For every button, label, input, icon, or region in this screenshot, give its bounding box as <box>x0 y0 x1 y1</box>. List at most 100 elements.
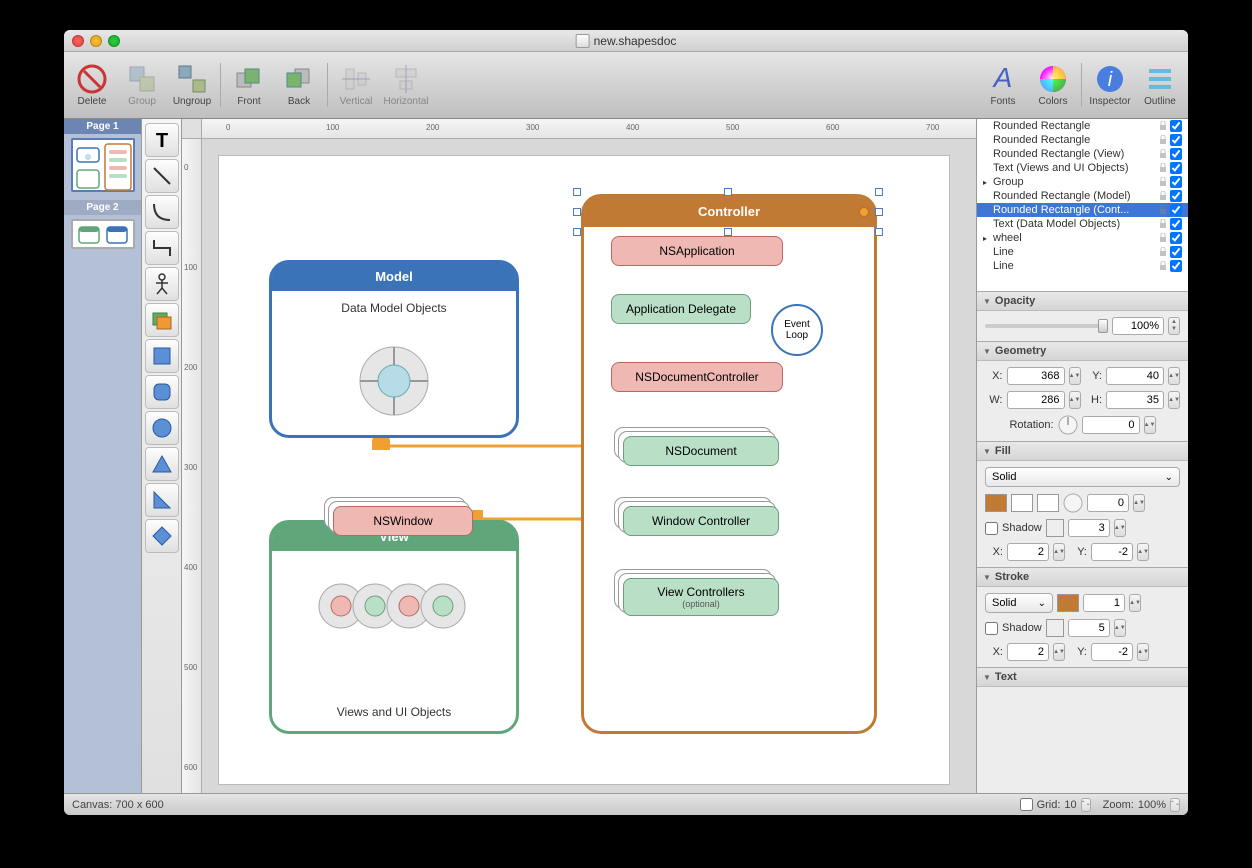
stroke-color-swatch[interactable] <box>1057 594 1079 612</box>
outline-row[interactable]: Text (Views and UI Objects) <box>977 161 1188 175</box>
ruler-vertical: 0100200300400500600 <box>182 139 202 793</box>
fill-shadow-x[interactable] <box>1007 543 1049 561</box>
stroke-header[interactable]: Stroke <box>977 568 1188 587</box>
fill-shadow-y[interactable] <box>1091 543 1133 561</box>
svg-text:T: T <box>155 130 167 152</box>
fill-type-select[interactable]: Solid <box>985 467 1180 487</box>
stroke-shadow-blur[interactable] <box>1068 619 1110 637</box>
tool-palette: T <box>142 119 182 793</box>
grid-stepper[interactable]: ⌃⌄ <box>1081 798 1091 812</box>
fill-shadow-color[interactable] <box>1046 519 1064 537</box>
round-rect-tool[interactable] <box>145 375 179 409</box>
image-tool[interactable] <box>145 303 179 337</box>
outline-row[interactable]: Rounded Rectangle (View) <box>977 147 1188 161</box>
rotation-input[interactable] <box>1082 416 1140 434</box>
outline-row[interactable]: Line <box>977 259 1188 273</box>
close-icon[interactable] <box>72 35 84 47</box>
stroke-shadow-y[interactable] <box>1091 643 1133 661</box>
outline-row[interactable]: Rounded Rectangle <box>977 133 1188 147</box>
stroke-shadow-checkbox[interactable] <box>985 622 998 635</box>
horizontal-button[interactable]: Horizontal <box>384 63 428 107</box>
ungroup-button[interactable]: Ungroup <box>170 63 214 107</box>
nsdocument-box[interactable]: NSDocument <box>623 436 779 466</box>
outline-row[interactable]: Line <box>977 245 1188 259</box>
stroke-shadow-color[interactable] <box>1046 619 1064 637</box>
outline-row[interactable]: Rounded Rectangle <box>977 119 1188 133</box>
page1-label[interactable]: Page 1 <box>64 119 141 134</box>
curve-tool[interactable] <box>145 195 179 229</box>
outline-row[interactable]: Rounded Rectangle (Model) <box>977 189 1188 203</box>
delete-button[interactable]: Delete <box>70 63 114 107</box>
outline-row[interactable]: ▸Group <box>977 175 1188 189</box>
x-input[interactable] <box>1007 367 1065 385</box>
page1-thumb[interactable] <box>71 138 135 192</box>
diamond-tool[interactable] <box>145 519 179 553</box>
fill-color2-swatch[interactable] <box>1011 494 1033 512</box>
fill-header[interactable]: Fill <box>977 442 1188 461</box>
outline-row[interactable]: Text (Data Model Objects) <box>977 217 1188 231</box>
person-tool[interactable] <box>145 267 179 301</box>
opacity-stepper[interactable]: ▲▼ <box>1168 317 1180 335</box>
opacity-slider[interactable] <box>985 324 1108 328</box>
line-tool[interactable] <box>145 159 179 193</box>
window-controller-box[interactable]: Window Controller <box>623 506 779 536</box>
inspector-button[interactable]: iInspector <box>1088 63 1132 107</box>
toolbar: Delete Group Ungroup Front Back Vertical… <box>64 52 1188 119</box>
model-rect[interactable]: Model Data Model Objects <box>269 260 519 438</box>
titlebar: new.shapesdoc <box>64 30 1188 52</box>
text-section: Text <box>977 667 1188 687</box>
fill-shadow-blur[interactable] <box>1068 519 1110 537</box>
rotation-dial-icon[interactable] <box>1058 415 1078 435</box>
fill-color-swatch[interactable] <box>985 494 1007 512</box>
page2-thumb[interactable] <box>71 219 135 249</box>
group-button[interactable]: Group <box>120 63 164 107</box>
stroke-width-input[interactable] <box>1083 594 1125 612</box>
rect-tool[interactable] <box>145 339 179 373</box>
minimize-icon[interactable] <box>90 35 102 47</box>
h-input[interactable] <box>1106 391 1164 409</box>
event-loop-circle[interactable]: Event Loop <box>771 304 823 356</box>
outline-list[interactable]: Rounded RectangleRounded RectangleRounde… <box>977 119 1188 291</box>
step-tool[interactable] <box>145 231 179 265</box>
app-delegate-box[interactable]: Application Delegate <box>611 294 751 324</box>
app-window: new.shapesdoc Delete Group Ungroup Front… <box>64 30 1188 815</box>
fill-color3-swatch[interactable] <box>1037 494 1059 512</box>
fonts-button[interactable]: AFonts <box>981 63 1025 107</box>
right-triangle-tool[interactable] <box>145 483 179 517</box>
outline-row[interactable]: ▸wheel <box>977 231 1188 245</box>
front-button[interactable]: Front <box>227 63 271 107</box>
fill-angle-input[interactable] <box>1087 494 1129 512</box>
colors-button[interactable]: Colors <box>1031 63 1075 107</box>
nswindow-box[interactable]: NSWindow <box>333 506 473 536</box>
zoom-stepper[interactable]: ⌃⌄ <box>1170 798 1180 812</box>
nsapplication-box[interactable]: NSApplication <box>611 236 783 266</box>
outline-button[interactable]: Outline <box>1138 63 1182 107</box>
window-title: new.shapesdoc <box>594 34 677 48</box>
stroke-shadow-x[interactable] <box>1007 643 1049 661</box>
back-button[interactable]: Back <box>277 63 321 107</box>
zoom-icon[interactable] <box>108 35 120 47</box>
grid-checkbox[interactable] <box>1020 798 1033 811</box>
triangle-tool[interactable] <box>145 447 179 481</box>
canvas-area: 0100200300400500600700 01002003004005006… <box>182 119 976 793</box>
fill-shadow-checkbox[interactable] <box>985 522 998 535</box>
opacity-header[interactable]: Opacity <box>977 292 1188 311</box>
status-bar: Canvas: 700 x 600 Grid: 10⌃⌄ Zoom: 100%⌃… <box>64 793 1188 815</box>
ellipse-tool[interactable] <box>145 411 179 445</box>
y-input[interactable] <box>1106 367 1164 385</box>
view-controllers-box[interactable]: View Controllers (optional) <box>623 578 779 616</box>
inspector-panel: Rounded RectangleRounded RectangleRounde… <box>976 119 1188 793</box>
selection-handles[interactable] <box>577 192 879 232</box>
w-input[interactable] <box>1007 391 1065 409</box>
page2-label[interactable]: Page 2 <box>64 200 141 215</box>
geometry-header[interactable]: Geometry <box>977 342 1188 361</box>
text-header[interactable]: Text <box>977 668 1188 687</box>
fill-angle-dial-icon[interactable] <box>1063 493 1083 513</box>
stroke-type-select[interactable]: Solid <box>985 593 1053 613</box>
vertical-button[interactable]: Vertical <box>334 63 378 107</box>
outline-row[interactable]: Rounded Rectangle (Cont... <box>977 203 1188 217</box>
canvas[interactable]: Model Data Model Objects Controller <box>218 155 950 785</box>
nsdocumentcontroller-box[interactable]: NSDocumentController <box>611 362 783 392</box>
opacity-input[interactable] <box>1112 317 1164 335</box>
text-tool[interactable]: T <box>145 123 179 157</box>
